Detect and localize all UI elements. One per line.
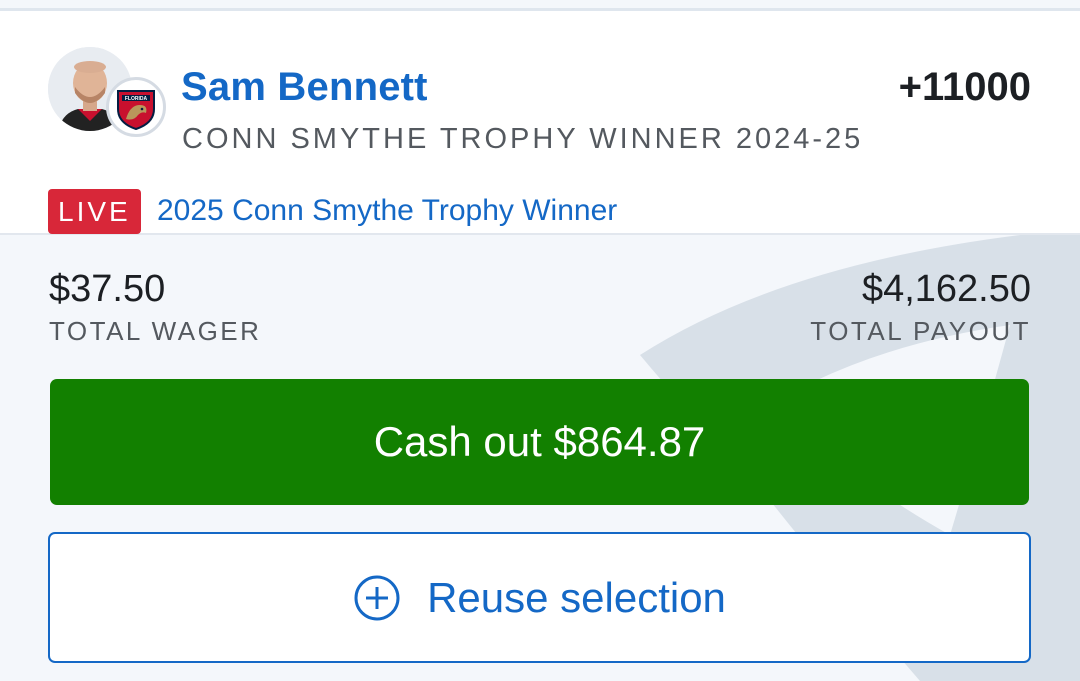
total-payout-amount: $4,162.50 [861,268,1031,310]
bet-card: FLORIDA Sam Bennett CONN SMYTHE TROPHY W… [0,0,1080,681]
team-logo-text: FLORIDA [125,96,148,102]
cash-out-label: Cash out $864.87 [373,418,706,465]
reuse-selection-button[interactable]: Reuse selection [48,532,1031,663]
total-payout-label: TOTAL PAYOUT [810,316,1031,346]
reuse-selection-label: Reuse selection [427,573,726,621]
odds-value: +11000 [898,65,1031,109]
player-avatar-group: FLORIDA [48,47,166,147]
event-link[interactable]: 2025 Conn Smythe Trophy Winner [157,194,617,228]
player-name[interactable]: Sam Bennett [181,65,428,110]
market-label: CONN SMYTHE TROPHY WINNER 2024-25 [182,123,864,155]
plus-circle-icon [354,575,400,620]
total-wager-amount: $37.50 [49,268,166,310]
live-badge: LIVE [48,189,141,234]
florida-panthers-logo: FLORIDA [117,90,155,131]
cash-out-button[interactable]: Cash out $864.87 [50,379,1029,505]
team-logo: FLORIDA [106,77,166,137]
total-wager-label: TOTAL WAGER [49,316,262,346]
